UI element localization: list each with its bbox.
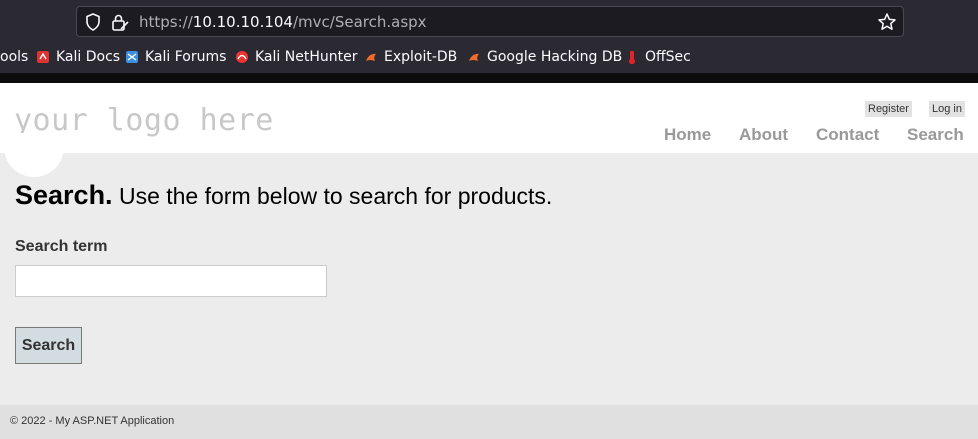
nav-home[interactable]: Home <box>664 125 711 145</box>
exploit-db-icon <box>366 53 376 61</box>
page-title-subtitle: Use the form below to search for product… <box>112 183 553 209</box>
logo-bubble-decoration <box>4 133 64 177</box>
nav-contact[interactable]: Contact <box>816 125 879 145</box>
url-scheme: https:// <box>139 13 193 31</box>
insecure-lock-icon[interactable] <box>111 13 129 31</box>
kali-forums-icon <box>126 51 138 63</box>
bookmark-label: ools <box>0 49 29 65</box>
bookmark-label: Kali NetHunter <box>255 49 358 65</box>
bookmark-kali-nethunter[interactable]: Kali NetHunter <box>235 47 357 67</box>
bookmark-label: Kali Docs <box>56 49 121 65</box>
bookmark-google-hacking-db[interactable]: Google Hacking DB <box>467 47 622 67</box>
kali-docs-icon <box>37 51 49 63</box>
page-title: Search. Use the form below to search for… <box>15 180 552 211</box>
bookmark-label: Kali Forums <box>145 49 227 65</box>
login-link[interactable]: Log in <box>929 101 965 117</box>
kali-nethunter-icon <box>236 51 248 63</box>
search-term-label: Search term <box>15 238 108 255</box>
page-title-strong: Search. <box>15 180 113 210</box>
offsec-icon <box>629 51 635 64</box>
bookmark-star-icon[interactable] <box>877 12 897 32</box>
tracking-protection-shield-icon[interactable] <box>85 13 101 31</box>
bookmarks-toolbar: ools Kali Docs Kali Forums Kali NetHunte… <box>0 44 978 70</box>
register-link[interactable]: Register <box>865 101 912 117</box>
url-path: /mvc/Search.aspx <box>292 13 427 31</box>
bookmark-kali-forums[interactable]: Kali Forums <box>125 47 226 67</box>
footer-copyright: © 2022 - My ASP.NET Application <box>10 415 175 427</box>
bookmark-exploit-db[interactable]: Exploit-DB <box>364 47 457 67</box>
ghdb-icon <box>469 53 479 61</box>
nav-search[interactable]: Search <box>907 125 964 145</box>
search-term-input[interactable] <box>15 265 327 297</box>
bookmark-kali-docs[interactable]: Kali Docs <box>36 47 120 67</box>
browser-toolbar: https://10.10.10.104/mvc/Search.aspx ool… <box>0 0 978 83</box>
site-footer: © 2022 - My ASP.NET Application <box>0 405 978 439</box>
bookmark-offsec[interactable]: OffSec <box>625 47 691 67</box>
search-button[interactable]: Search <box>15 327 82 364</box>
address-bar[interactable]: https://10.10.10.104/mvc/Search.aspx <box>76 6 904 37</box>
bookmark-label: Exploit-DB <box>384 49 458 65</box>
bookmark-label: Google Hacking DB <box>487 49 623 65</box>
web-page: your logo here Register Log in Home Abou… <box>0 83 978 439</box>
url-host: 10.10.10.104 <box>192 13 293 31</box>
bookmark-tools[interactable]: ools <box>0 47 28 67</box>
url-text[interactable]: https://10.10.10.104/mvc/Search.aspx <box>139 13 427 31</box>
bookmark-label: OffSec <box>645 49 691 65</box>
toolbar-divider <box>0 73 978 83</box>
nav-about[interactable]: About <box>739 125 788 145</box>
site-header: your logo here Register Log in Home Abou… <box>0 83 978 153</box>
